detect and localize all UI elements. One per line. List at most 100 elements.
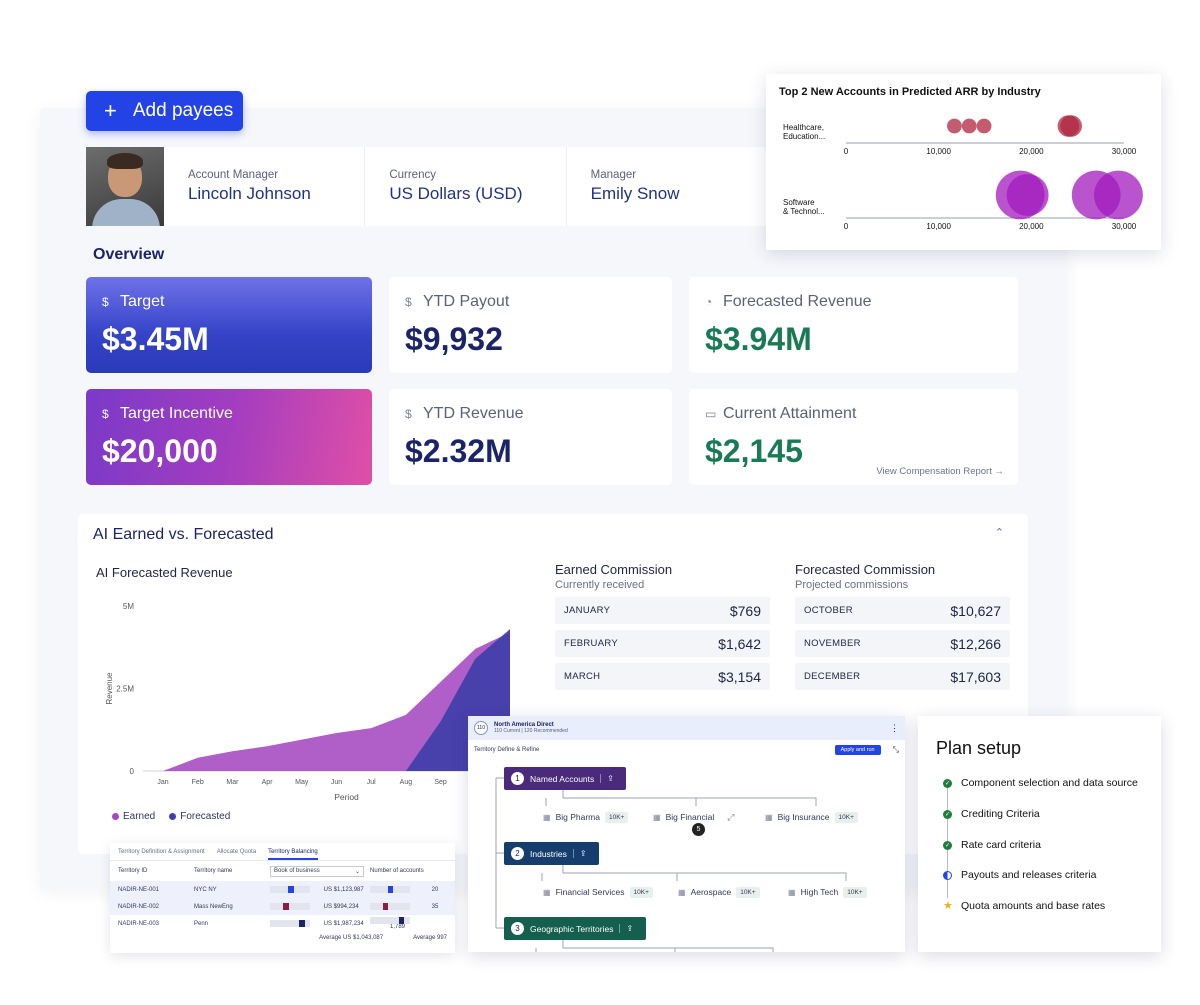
tree-node-named-accounts[interactable]: 1 Named Accounts ⇪ [504,767,626,790]
table-row[interactable]: NADIR-NE-002 Mass NewEng US $994,234 35 [110,898,455,915]
field-value: Lincoln Johnson [187,184,311,203]
table-row[interactable]: NADIR-NE-001 NYC NY US $1,123,987 20 [110,881,455,898]
book-bar [270,885,310,893]
table-row[interactable]: NADIR-NE-003 Penn US $1,987,234 1,789 [110,915,455,932]
top-accounts-arr-card: Top 2 New Accounts in Predicted ARR by I… [766,74,1161,250]
commission-row: DECEMBER $17,603 [795,663,1010,690]
legend-label: Earned [123,811,156,822]
tab-allocate-quota[interactable]: Allocate Quota [217,849,256,860]
bubble-point [1094,170,1143,220]
node-number: 3 [511,922,524,935]
bubble-point [1006,174,1049,216]
bubble-point [976,118,992,134]
x-tick-label: 20,000 [1019,147,1044,156]
chevron-up-icon[interactable]: ⌃ [995,526,1004,539]
card-value: $3.94M [705,321,812,357]
tab-territory-definition[interactable]: Territory Definition & Assignment [118,849,205,860]
column-header[interactable]: Territory ID [118,868,194,874]
card-label: Forecasted Revenue [723,293,872,310]
node-label: Geographic Territories [530,923,614,934]
leaf-count: 10K+ [843,886,867,898]
card-value: $2.32M [405,433,512,469]
star-icon: ★ [943,899,953,912]
tree-leaf-aerospace[interactable]: ▦ Aerospace 10K+ [678,881,760,903]
plan-step[interactable]: ✓ Rate card criteria [943,839,1041,851]
tree-leaf-high-tech[interactable]: ▦ High Tech 10K+ [788,881,867,903]
accounts-bar [370,916,410,924]
accounts-bar [370,902,410,910]
ytd-payout-card[interactable]: $ YTD Payout $9,932 [389,277,672,373]
y-tick-label: 2.5M [116,685,134,694]
manager-field: Manager Emily Snow [567,147,768,226]
plus-icon: + [104,98,117,123]
plan-step-label: Rate card criteria [961,839,1041,851]
chart-title: AI Forecasted Revenue [96,565,233,580]
ytd-revenue-card[interactable]: $ YTD Revenue $2.32M [389,389,672,485]
card-value: $9,932 [405,321,503,357]
tree-leaf-big-insurance[interactable]: ▦ Big Insurance 10K+ [765,806,858,828]
x-tick-label: Jun [331,779,342,786]
dollar-icon: $ [405,407,412,421]
territory-id: NADIR-NE-003 [118,920,160,927]
tab-territory-balancing[interactable]: Territory Balancing [268,849,318,860]
view-compensation-report-link[interactable]: View Compensation Report → [876,466,1004,477]
month: FEBRUARY [564,638,618,649]
accounts-value: 35 [431,904,439,911]
plan-step[interactable]: Payouts and releases criteria [943,869,1096,881]
legend-item-forecasted[interactable]: Forecasted [169,811,230,822]
leaf-count: 10K+ [736,886,760,898]
tree-leaf-financial-services[interactable]: ▦ Financial Services 10K+ [543,881,653,903]
card-value: $3.45M [102,321,209,357]
column-header[interactable]: Territory name [194,868,270,874]
check-icon: ✓ [943,809,952,819]
dollar-icon: $ [405,295,412,309]
current-attainment-card[interactable]: ▭ Current Attainment $2,145 View Compensa… [689,389,1018,485]
plan-step-label: Component selection and data source [961,777,1138,789]
upload-icon[interactable]: ⇪ [619,924,633,933]
tree-node-industries[interactable]: 2 Industries ⇪ [504,842,599,865]
chevron-down-icon: ⌄ [354,868,360,875]
month: OCTOBER [804,605,853,616]
commission-row: OCTOBER $10,627 [795,597,1010,624]
chart-legend: Earned Forecasted [112,811,230,822]
leaf-label: Big Insurance [777,812,830,822]
x-tick-label: Mar [226,779,239,786]
footer-average-book: Average US $1,043,087 [319,935,384,941]
bubble-point [1060,115,1082,137]
tree-leaf-big-pharma[interactable]: ▦ Big Pharma 10K+ [543,806,629,828]
leaf-label: Aerospace [690,887,732,897]
leaf-label: Big Pharma [555,812,600,822]
book-bar [270,902,310,910]
row-label: & Technol... [783,207,825,216]
legend-item-earned[interactable]: Earned [112,811,155,822]
building-icon: ▦ [653,812,661,822]
table-header: Territory ID Territory name Book of busi… [110,861,455,881]
commission-row: NOVEMBER $12,266 [795,630,1010,657]
commission-subtitle: Currently received [555,579,645,591]
card-label: Target Incentive [120,405,233,422]
upload-icon[interactable]: ⇪ [600,774,614,783]
upload-icon[interactable]: ⇪ [572,849,587,858]
tree-node-geographic-territories[interactable]: 3 Geographic Territories ⇪ [504,917,646,940]
forecasted-revenue-card[interactable]: ◔ Forecasted Revenue $3.94M [689,277,1018,373]
card-label: Target [120,293,165,310]
add-payees-button[interactable]: + Add payees [86,91,243,131]
book-select[interactable]: Book of business ⌄ [270,865,370,877]
column-header[interactable]: Number of accounts [370,868,445,874]
target-card[interactable]: $ Target $3.45M [86,277,372,373]
plan-step[interactable]: ★ Quota amounts and base rates [943,900,1105,912]
node-number: 2 [511,847,524,860]
field-label: Currency [389,169,436,181]
target-incentive-card[interactable]: $ Target Incentive $20,000 [86,389,372,485]
overview-title: Overview [93,246,165,263]
plan-step[interactable]: ✓ Component selection and data source [943,777,1138,789]
leaf-label: Big Financial [665,812,715,822]
expand-icon[interactable]: ⤢ [727,812,734,823]
territory-name: NYC NY [194,886,217,893]
x-tick-label: Feb [192,779,204,786]
x-tick-label: Jul [367,779,376,786]
commission-title: Earned Commission [555,562,673,577]
plan-step[interactable]: ✓ Crediting Criteria [943,808,1040,820]
amount: $3,154 [718,668,761,685]
commission-title: Forecasted Commission [795,562,936,577]
